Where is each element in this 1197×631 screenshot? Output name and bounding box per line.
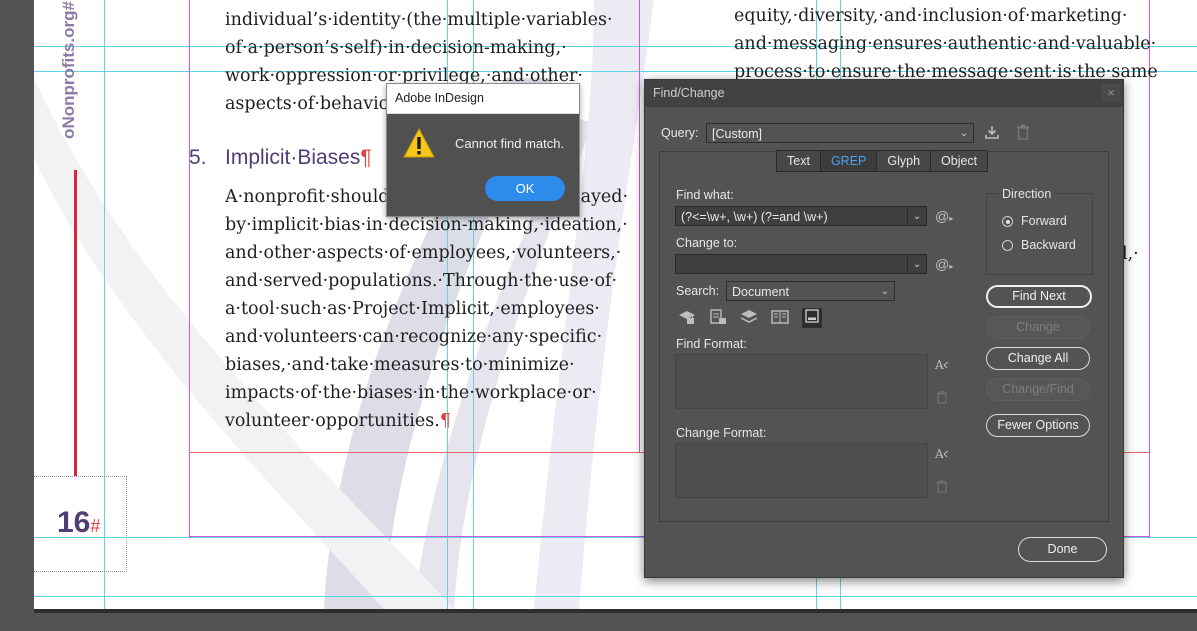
vertical-url-frame: oNonprofits.org# [58,0,84,150]
text-line: and·served·populations.·Through·the·use·… [225,271,618,291]
include-footnotes-icon[interactable] [802,308,822,328]
text-line: and·volunteers·can·recognize·any·specifi… [225,327,603,347]
delete-query-icon[interactable] [1014,124,1032,142]
specify-change-format-icon[interactable]: A [933,446,951,464]
find-what-label: Find what: [676,188,734,202]
warning-icon [403,128,435,158]
change-to-input[interactable]: ⌄ [675,254,927,274]
chevron-down-icon: ⌄ [880,286,890,297]
text-line: impacts·of·the·biases·in·the·workplace·o… [225,383,597,403]
fewer-options-button[interactable]: Fewer Options [986,414,1090,437]
chevron-down-icon[interactable]: ⌄ [907,207,926,225]
pilcrow: ¶ [439,411,451,431]
include-locked-stories-icon[interactable] [709,309,727,327]
specify-find-format-icon[interactable]: A [933,357,951,375]
search-mode-tabs: Text GREP Glyph Object [776,150,989,172]
heading-text: Implicit·Biases [225,146,361,169]
include-locked-layers-icon[interactable] [678,309,696,327]
query-label: Query: [661,126,699,140]
heading-number: 5. [189,146,207,169]
page-number: 16# [57,506,101,539]
include-master-pages-icon[interactable] [771,309,789,327]
red-rule [74,170,77,476]
text-line: volunteer·opportunities. [225,411,440,431]
body-paragraph[interactable]: A·nonprofit·should layed· by·implicit·bia… [225,183,635,435]
change-format-label: Change Format: [676,426,767,440]
text-line: a·tool·such·as·Project·Implicit,·employe… [225,299,600,319]
svg-text:A: A [934,447,944,461]
search-label: Search: [676,284,720,298]
text-line: biases,·and·take·measures·to·minimize· [225,355,575,375]
direction-label: Direction [999,187,1055,201]
special-characters-find-icon[interactable]: @▸ [935,207,953,225]
chevron-down-icon: ⌄ [959,128,969,139]
change-find-button[interactable]: Change/Find [986,378,1090,401]
page-shadow [34,609,1197,613]
text-line: A·nonprofit·should [225,187,390,207]
forward-label[interactable]: Forward [1021,214,1067,228]
change-button[interactable]: Change [986,316,1090,339]
text-line: of·a·person’s·self)·in·decision-making,· [225,38,567,58]
text-line: and·messaging·ensures·authentic·and·valu… [734,34,1157,54]
find-what-value: (?<=\w+, \w+) (?=and \w+) [681,210,828,224]
text-line: individual’s·identity·(the·multiple·vari… [225,10,613,30]
text-line: and·other·aspects·of·employees,·voluntee… [225,243,622,263]
change-to-label: Change to: [676,236,738,250]
save-query-icon[interactable] [983,124,1001,142]
tab-object[interactable]: Object [930,150,989,172]
right-column-fragment: l,· [1122,244,1139,264]
done-button[interactable]: Done [1018,537,1107,562]
backward-label[interactable]: Backward [1021,238,1076,252]
alert-message: Cannot find match. [455,136,565,151]
alert-title[interactable]: Adobe InDesign [387,84,579,114]
text-line-tail: layed· [575,187,629,207]
include-hidden-layers-icon[interactable] [740,309,758,327]
section-heading[interactable]: 5. Implicit·Biases¶ [189,146,372,170]
close-icon[interactable]: × [1102,84,1120,102]
tab-text[interactable]: Text [776,150,821,172]
change-format-box[interactable] [675,443,928,498]
forward-radio[interactable] [1002,216,1013,227]
trash-icon[interactable] [933,390,951,408]
tab-glyph[interactable]: Glyph [876,150,932,172]
special-characters-change-icon[interactable]: @▸ [935,255,953,273]
svg-text:A: A [934,358,944,372]
search-scope-value: Document [732,285,789,299]
alert-body: Cannot find match. OK [387,114,579,216]
column-guide [639,0,640,453]
find-change-dialog: Find/Change × Query: [Custom] ⌄ Text GRE… [644,79,1124,578]
backward-radio[interactable] [1002,240,1013,251]
find-format-box[interactable] [675,354,928,409]
find-what-input[interactable]: (?<=\w+, \w+) (?=and \w+) ⌄ [675,206,927,226]
vertical-url-text: oNonprofits.org# [58,1,78,139]
text-line: equity,·diversity,·and·inclusion·of·mark… [734,6,1128,26]
change-all-button[interactable]: Change All [986,347,1090,370]
guide-horizontal [34,596,1197,597]
alert-dialog: Adobe InDesign Cannot find match. OK [386,83,580,217]
find-format-label: Find Format: [676,337,747,351]
ok-button[interactable]: OK [485,176,565,201]
search-scope-select[interactable]: Document ⌄ [726,281,895,301]
trash-icon[interactable] [933,479,951,497]
find-change-title[interactable]: Find/Change [645,80,1123,107]
pilcrow: ¶ [360,146,372,169]
margin-guide [189,0,190,538]
find-next-button[interactable]: Find Next [986,285,1092,308]
query-value: [Custom] [712,127,763,141]
tab-grep[interactable]: GREP [819,150,878,172]
direction-group [986,193,1093,275]
right-column-text[interactable]: equity,·diversity,·and·inclusion·of·mark… [734,2,1158,86]
query-select[interactable]: [Custom] ⌄ [706,123,974,143]
chevron-down-icon[interactable]: ⌄ [907,255,926,273]
